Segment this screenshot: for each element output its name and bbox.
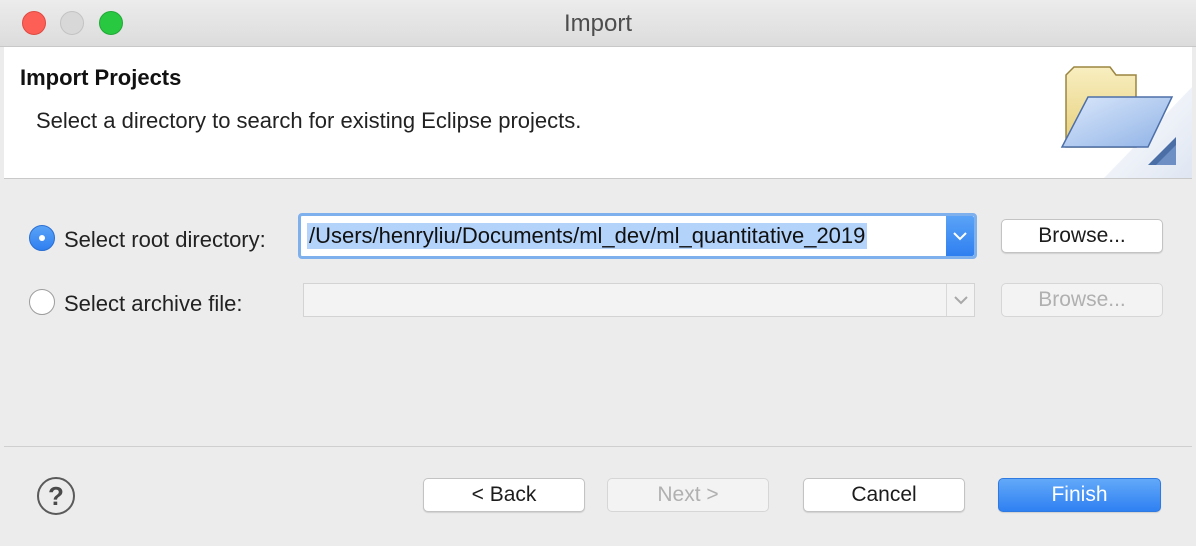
archive-file-dropdown-button bbox=[946, 284, 974, 316]
archive-file-radio[interactable] bbox=[29, 289, 55, 315]
page-description: Select a directory to search for existin… bbox=[36, 108, 582, 133]
chevron-down-icon bbox=[953, 231, 967, 240]
next-button: Next > bbox=[607, 478, 769, 512]
finish-button[interactable]: Finish bbox=[998, 478, 1161, 512]
footer-separator bbox=[4, 446, 1192, 447]
back-button[interactable]: < Back bbox=[423, 478, 585, 512]
page-title: Import Projects bbox=[20, 65, 182, 90]
help-button[interactable]: ? bbox=[37, 477, 75, 515]
root-directory-path[interactable]: /Users/henryliu/Documents/ml_dev/ml_quan… bbox=[307, 223, 868, 249]
archive-file-combo bbox=[303, 283, 975, 317]
archive-file-label: Select archive file: bbox=[64, 291, 243, 316]
import-dialog: Import Import Projects Select a director… bbox=[0, 0, 1196, 546]
cancel-button[interactable]: Cancel bbox=[803, 478, 965, 512]
root-directory-label: Select root directory: bbox=[64, 227, 266, 252]
title-bar[interactable]: Import bbox=[0, 0, 1196, 47]
chevron-down-icon bbox=[953, 295, 968, 304]
folder-import-icon bbox=[1060, 66, 1192, 178]
browse-directory-button[interactable]: Browse... bbox=[1001, 219, 1163, 253]
wizard-header: Import Projects Select a directory to se… bbox=[4, 47, 1192, 179]
browse-archive-button: Browse... bbox=[1001, 283, 1163, 317]
window-title: Import bbox=[563, 10, 632, 37]
root-directory-dropdown-button[interactable] bbox=[946, 216, 974, 256]
root-directory-combo[interactable]: /Users/henryliu/Documents/ml_dev/ml_quan… bbox=[298, 213, 977, 259]
root-directory-radio[interactable] bbox=[29, 225, 55, 251]
